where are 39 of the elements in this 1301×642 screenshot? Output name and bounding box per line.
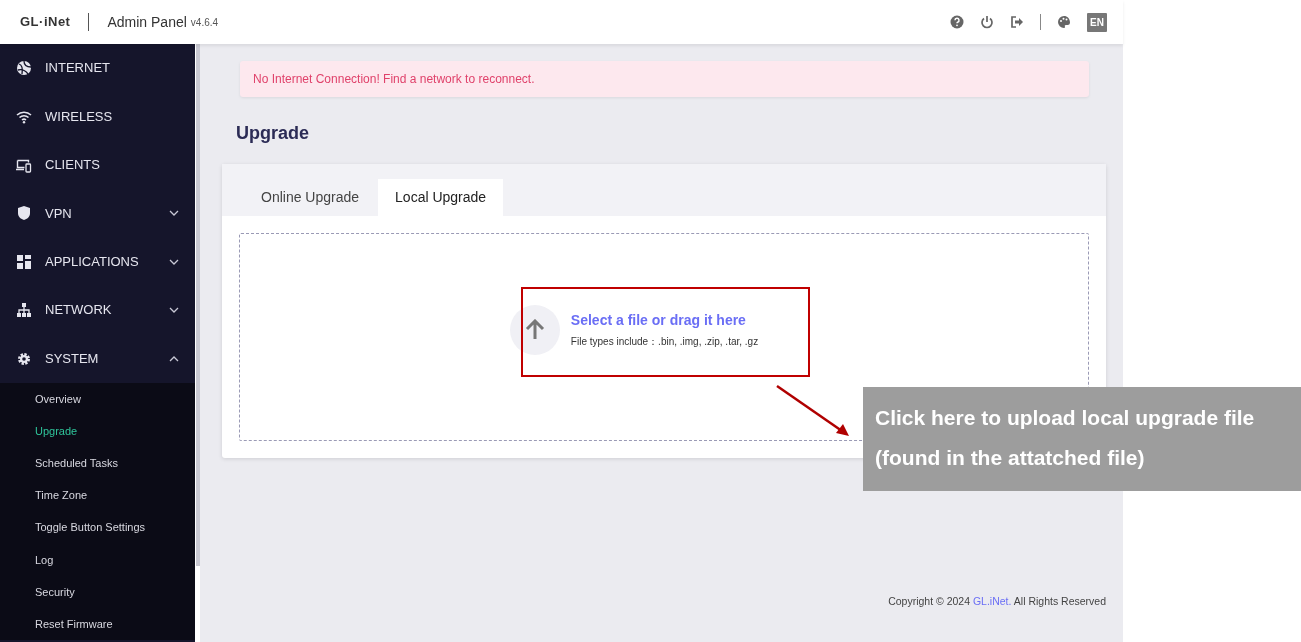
power-icon[interactable] — [980, 15, 995, 29]
tab[interactable]: Local Upgrade — [378, 179, 504, 216]
help-icon[interactable] — [950, 15, 965, 29]
submenu-item[interactable]: Security — [0, 575, 195, 609]
palette-icon[interactable] — [1057, 15, 1072, 29]
submenu-item[interactable]: Upgrade — [0, 414, 195, 448]
version-label: v4.6.4 — [190, 15, 219, 30]
sidebar-item[interactable]: NETWORK — [0, 285, 195, 335]
tab[interactable]: Online Upgrade — [244, 179, 377, 216]
logout-icon[interactable] — [1010, 15, 1025, 29]
sidebar-item[interactable]: INTERNET — [0, 44, 195, 93]
page-title: Upgrade — [236, 122, 310, 145]
sidebar-item[interactable]: WIRELESS — [0, 92, 195, 141]
submenu-item[interactable]: Scheduled Tasks — [0, 447, 195, 480]
gear-icon — [16, 350, 32, 367]
alert-message: No Internet Connection! Find a network to reconnect. — [240, 61, 1089, 97]
submenu-item[interactable]: Overview — [0, 382, 195, 415]
submenu-item[interactable]: Toggle Button Settings — [0, 511, 195, 544]
submenu-item[interactable]: Reset Firmware — [0, 608, 195, 641]
upload-button[interactable]: Select a file or drag it here File types include：.bin, .img, .zip, .tar, .gz — [509, 304, 759, 355]
upload-arrow-icon — [523, 318, 546, 341]
sidebar-item[interactable]: CLIENTS — [0, 140, 195, 190]
sidebar-item[interactable]: APPLICATIONS — [0, 237, 195, 286]
grid-icon — [16, 253, 32, 270]
annotation-note: Click here to upload local upgrade file (found in the attatched file) — [863, 387, 1301, 491]
globe-icon — [16, 60, 32, 77]
sidebar-item[interactable]: VPN — [0, 189, 195, 238]
language-button[interactable]: EN — [1087, 12, 1107, 32]
copyright-text: Copyright © 2024 GL.iNet. All Rights Reserved — [887, 594, 1106, 610]
submenu-item[interactable]: Time Zone — [0, 479, 195, 512]
scrollbar[interactable] — [196, 44, 200, 566]
shield-icon — [16, 205, 32, 222]
sidebar-item[interactable]: SYSTEM — [0, 334, 195, 383]
network-icon — [16, 302, 32, 319]
submenu-item[interactable]: Log — [0, 543, 195, 576]
company-link[interactable]: GL.iNet. — [972, 595, 1012, 608]
app-title: Admin Panel — [107, 12, 187, 32]
wifi-icon — [16, 108, 32, 125]
logo: GL·iNet — [20, 13, 71, 32]
